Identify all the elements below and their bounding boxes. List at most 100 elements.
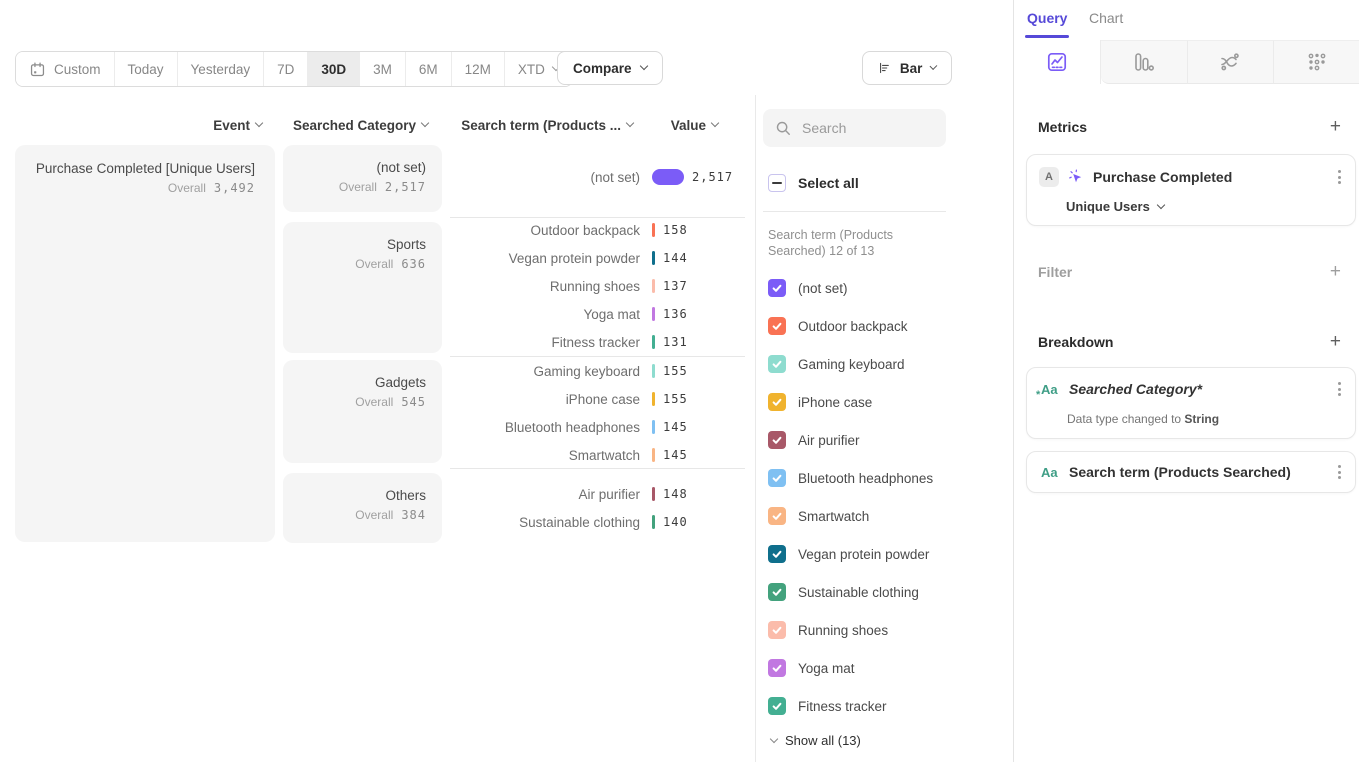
chevron-down-icon	[711, 119, 719, 127]
legend-checkbox[interactable]	[768, 355, 786, 373]
category-overall: Overall384	[283, 508, 426, 522]
select-all-checkbox[interactable]	[768, 174, 786, 192]
select-all-row[interactable]: Select all	[768, 174, 859, 192]
searched-category-column-header[interactable]: Searched Category	[283, 117, 428, 133]
legend-item-fitness-tracker[interactable]: Fitness tracker	[768, 695, 887, 717]
legend-item-smartwatch[interactable]: Smartwatch	[768, 505, 869, 527]
kebab-menu-icon[interactable]	[1336, 168, 1343, 186]
check-icon	[771, 662, 783, 674]
metric-order-badge: A	[1039, 167, 1059, 187]
legend-item-label: iPhone case	[798, 395, 872, 410]
report-tab-insights[interactable]	[1014, 40, 1101, 84]
legend-separator	[763, 211, 946, 212]
aggregation-selector[interactable]: Unique Users	[1066, 199, 1164, 214]
legend-checkbox[interactable]	[768, 697, 786, 715]
category-card-not-set[interactable]: (not set)Overall2,517	[283, 145, 442, 212]
legend-checkbox[interactable]	[768, 659, 786, 677]
breakdown-card-search-term[interactable]: Aa Search term (Products Searched)	[1026, 451, 1356, 493]
legend-checkbox[interactable]	[768, 545, 786, 563]
date-range-label: XTD	[518, 62, 545, 77]
term-row-yoga-mat: Yoga mat136	[450, 300, 750, 328]
legend-checkbox[interactable]	[768, 431, 786, 449]
row-divider	[450, 356, 745, 357]
legend-search-input[interactable]	[800, 119, 924, 137]
tab-chart[interactable]: Chart	[1089, 10, 1123, 26]
legend-checkbox[interactable]	[768, 393, 786, 411]
legend-checkbox[interactable]	[768, 507, 786, 525]
legend-item-iphone-case[interactable]: iPhone case	[768, 391, 872, 413]
report-tab-retention[interactable]	[1273, 40, 1359, 84]
report-tab-funnels[interactable]	[1101, 40, 1187, 84]
legend-item-air-purifier[interactable]: Air purifier	[768, 429, 860, 451]
report-tab-flows[interactable]	[1187, 40, 1274, 84]
date-range-today[interactable]: Today	[115, 52, 178, 86]
query-sidebar: Query Chart Metrics + A Purchase Complet…	[1013, 0, 1359, 762]
breakdown-card-searched-category[interactable]: Aa* Searched Category* Data type changed…	[1026, 367, 1356, 439]
value-bar	[652, 487, 655, 501]
term-label: (not set)	[450, 170, 652, 185]
kebab-menu-icon[interactable]	[1336, 380, 1343, 398]
string-property-icon: Aa	[1041, 465, 1061, 480]
term-label: Outdoor backpack	[450, 223, 652, 238]
overall-label: Overall	[355, 395, 393, 409]
legend-item-label: Vegan protein powder	[798, 547, 929, 562]
term-label: Bluetooth headphones	[450, 420, 652, 435]
value-bar	[652, 223, 655, 237]
term-row-smartwatch: Smartwatch145	[450, 441, 750, 469]
value-column-header[interactable]: Value	[656, 117, 718, 133]
kebab-menu-icon[interactable]	[1336, 463, 1343, 481]
legend-checkbox[interactable]	[768, 583, 786, 601]
show-all-button[interactable]: Show all (13)	[771, 733, 861, 748]
date-range-30d[interactable]: 30D	[308, 52, 360, 86]
term-label: Smartwatch	[450, 448, 652, 463]
searched-category-column-header-label: Searched Category	[293, 118, 416, 133]
legend-item-yoga-mat[interactable]: Yoga mat	[768, 657, 855, 679]
event-column-header[interactable]: Event	[150, 117, 262, 133]
legend-item-bluetooth-headphones[interactable]: Bluetooth headphones	[768, 467, 933, 489]
legend-item-running-shoes[interactable]: Running shoes	[768, 619, 888, 641]
legend-checkbox[interactable]	[768, 469, 786, 487]
metric-card[interactable]: A Purchase Completed Unique Users	[1026, 154, 1356, 226]
legend-item-sustainable-clothing[interactable]: Sustainable clothing	[768, 581, 919, 603]
modified-asterisk: *	[1036, 389, 1040, 401]
category-card-others[interactable]: Others Overall384	[283, 473, 442, 543]
legend-item-gaming-keyboard[interactable]: Gaming keyboard	[768, 353, 905, 375]
legend-checkbox[interactable]	[768, 621, 786, 639]
chart-type-button[interactable]: Bar	[862, 51, 952, 85]
legend-search-box[interactable]	[763, 109, 946, 147]
legend-checkbox[interactable]	[768, 279, 786, 297]
tab-query[interactable]: Query	[1027, 10, 1067, 26]
term-value: 155	[663, 364, 688, 378]
search-term-column-header[interactable]: Search term (Products ...	[448, 117, 633, 133]
value-bar	[652, 420, 655, 434]
date-range-custom[interactable]: Custom	[16, 52, 115, 86]
compare-button[interactable]: Compare	[557, 51, 663, 85]
value-bar	[652, 251, 655, 265]
add-metric-button[interactable]: +	[1330, 120, 1341, 134]
chevron-down-icon	[421, 119, 429, 127]
date-range-yesterday[interactable]: Yesterday	[178, 52, 265, 86]
date-range-7d[interactable]: 7D	[264, 52, 308, 86]
category-overall: Overall545	[283, 395, 426, 409]
date-range-12m[interactable]: 12M	[452, 52, 505, 86]
term-value: 136	[663, 307, 688, 321]
legend-checkbox[interactable]	[768, 317, 786, 335]
category-card-gadgets[interactable]: GadgetsOverall545	[283, 360, 442, 463]
date-range-label: 12M	[465, 62, 491, 77]
search-icon	[775, 120, 791, 136]
legend-item-outdoor-backpack[interactable]: Outdoor backpack	[768, 315, 908, 337]
legend-panel-divider	[755, 95, 756, 762]
legend-item-vegan-protein-powder[interactable]: Vegan protein powder	[768, 543, 929, 565]
value-bar	[652, 307, 655, 321]
category-name: Others	[283, 488, 426, 503]
add-filter-button[interactable]: +	[1330, 265, 1341, 279]
add-breakdown-button[interactable]: +	[1330, 335, 1341, 349]
date-range-6m[interactable]: 6M	[406, 52, 452, 86]
term-row-vegan-protein-powder: Vegan protein powder144	[450, 244, 750, 272]
value-bar	[652, 364, 655, 378]
event-card[interactable]: Purchase Completed [Unique Users] Overal…	[15, 145, 275, 542]
category-card-sports[interactable]: SportsOverall636	[283, 222, 442, 353]
date-range-3m[interactable]: 3M	[360, 52, 406, 86]
check-icon	[771, 434, 783, 446]
legend-item-not-set[interactable]: (not set)	[768, 277, 848, 299]
